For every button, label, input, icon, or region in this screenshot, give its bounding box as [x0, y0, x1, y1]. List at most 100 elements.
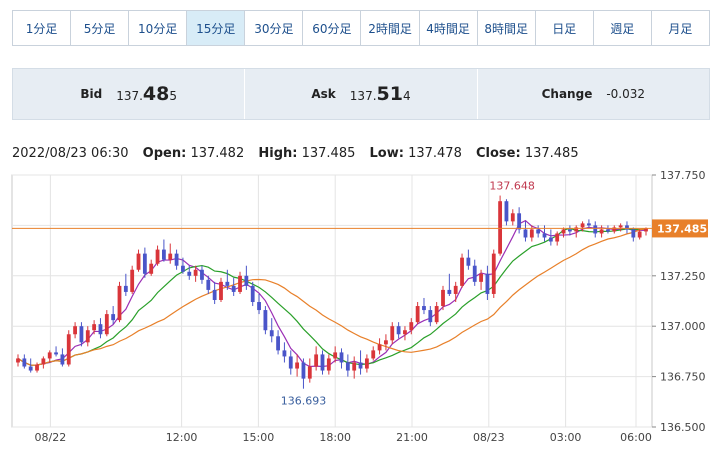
tab-timeframe[interactable]: 8時間足	[478, 11, 536, 45]
candle-body	[225, 281, 230, 286]
low-value: 137.478	[408, 146, 462, 161]
candle-body	[434, 306, 439, 323]
ohlc-readout: 2022/08/23 06:30 Open: 137.482 High: 137…	[12, 146, 589, 161]
candle-body	[314, 354, 319, 367]
tab-timeframe[interactable]: 60分足	[303, 11, 362, 45]
candle-body	[92, 324, 97, 331]
candle-body	[200, 269, 204, 280]
tab-timeframe[interactable]: 週足	[594, 11, 652, 45]
candle-body	[390, 326, 395, 341]
candle-body	[618, 225, 623, 228]
x-tick-label: 21:00	[396, 431, 428, 444]
candle-body	[181, 265, 185, 272]
candle-body	[136, 253, 141, 270]
x-tick-label: 06:00	[620, 431, 652, 444]
candle-body	[580, 223, 585, 228]
tab-timeframe[interactable]: 5分足	[71, 11, 130, 45]
ask-cell: Ask 137.514	[245, 69, 478, 119]
candle-body	[567, 229, 572, 232]
candle-body	[288, 356, 293, 369]
candle-body	[491, 253, 496, 294]
ohlc-datetime: 2022/08/23 06:30	[12, 146, 129, 161]
candle-body	[130, 269, 135, 292]
candle-body	[333, 352, 338, 359]
open-label: Open:	[142, 146, 187, 161]
candle-body	[377, 344, 382, 351]
candle-body	[142, 253, 147, 274]
candle-body	[364, 358, 369, 369]
ask-label: Ask	[311, 87, 336, 101]
timeframe-tabs: 1分足 5分足 10分足 15分足 30分足 60分足 2時間足 4時間足 8時間足 日足 週足 月足	[12, 10, 710, 46]
candle-body	[307, 366, 312, 379]
candle-body	[403, 330, 407, 335]
candle-body	[371, 350, 376, 359]
tab-timeframe[interactable]: 30分足	[245, 11, 304, 45]
candle-body	[98, 324, 103, 335]
candle-body	[250, 285, 255, 303]
candle-body	[60, 354, 65, 365]
candle-body	[47, 352, 52, 359]
candle-body	[510, 213, 515, 222]
close-label: Close:	[476, 146, 521, 161]
candle-body	[599, 229, 604, 234]
x-tick-label: 03:00	[550, 431, 582, 444]
candle-body	[301, 362, 306, 379]
candle-body	[219, 281, 223, 300]
tab-timeframe[interactable]: 15分足	[187, 11, 246, 45]
change-value: -0.032	[606, 87, 646, 101]
tab-timeframe[interactable]: 月足	[652, 11, 709, 45]
candle-body	[504, 201, 509, 222]
candle-body	[396, 326, 401, 335]
candle-body	[606, 229, 610, 232]
candle-body	[41, 358, 46, 365]
bid-prefix: 137.	[116, 89, 143, 103]
x-tick-label: 15:00	[243, 431, 275, 444]
tab-timeframe[interactable]: 2時間足	[361, 11, 420, 45]
candle-body	[149, 263, 154, 274]
tab-timeframe[interactable]: 日足	[536, 11, 594, 45]
candle-body	[282, 350, 287, 357]
x-tick-label: 08/22	[35, 431, 67, 444]
high-annotation: 137.648	[489, 180, 535, 193]
y-tick-label: 137.750	[660, 169, 706, 182]
candle-body	[73, 326, 77, 335]
candle-body	[529, 229, 534, 238]
candle-body	[555, 233, 560, 242]
candle-body	[244, 275, 249, 286]
candle-body	[352, 362, 357, 371]
candle-body	[35, 364, 39, 371]
candle-body	[66, 334, 71, 365]
candle-body	[441, 289, 445, 307]
candle-body	[161, 249, 166, 260]
tab-timeframe[interactable]: 4時間足	[420, 11, 478, 45]
candle-body	[587, 223, 591, 226]
candle-body	[415, 306, 420, 323]
change-cell: Change -0.032	[478, 69, 709, 119]
candle-body	[542, 233, 547, 238]
candle-body	[384, 340, 388, 345]
candle-body	[28, 366, 33, 371]
candle-body	[123, 285, 128, 292]
x-tick-label: 08/23	[473, 431, 505, 444]
x-tick-label: 12:00	[166, 431, 198, 444]
candle-body	[523, 229, 528, 238]
candle-body	[276, 336, 280, 351]
y-tick-label: 136.750	[660, 371, 706, 384]
tab-timeframe[interactable]: 1分足	[13, 11, 72, 45]
tab-timeframe[interactable]: 10分足	[129, 11, 188, 45]
candle-body	[428, 310, 433, 323]
candle-body	[16, 358, 20, 363]
candlestick-chart[interactable]: 137.750137.500137.250137.000136.750136.5…	[0, 165, 720, 450]
quote-bar: Bid 137.485 Ask 137.514 Change -0.032	[12, 68, 710, 120]
bid-suffix: 5	[169, 89, 177, 103]
ask-suffix: 4	[402, 89, 411, 103]
candle-body	[345, 362, 350, 371]
candle-body	[79, 326, 84, 343]
candle-body	[238, 275, 242, 292]
candle-body	[548, 237, 553, 242]
low-annotation: 136.693	[281, 395, 327, 408]
candle-body	[447, 289, 452, 294]
candle-body	[536, 229, 541, 234]
candle-body	[453, 285, 458, 294]
candle-body	[104, 314, 109, 335]
